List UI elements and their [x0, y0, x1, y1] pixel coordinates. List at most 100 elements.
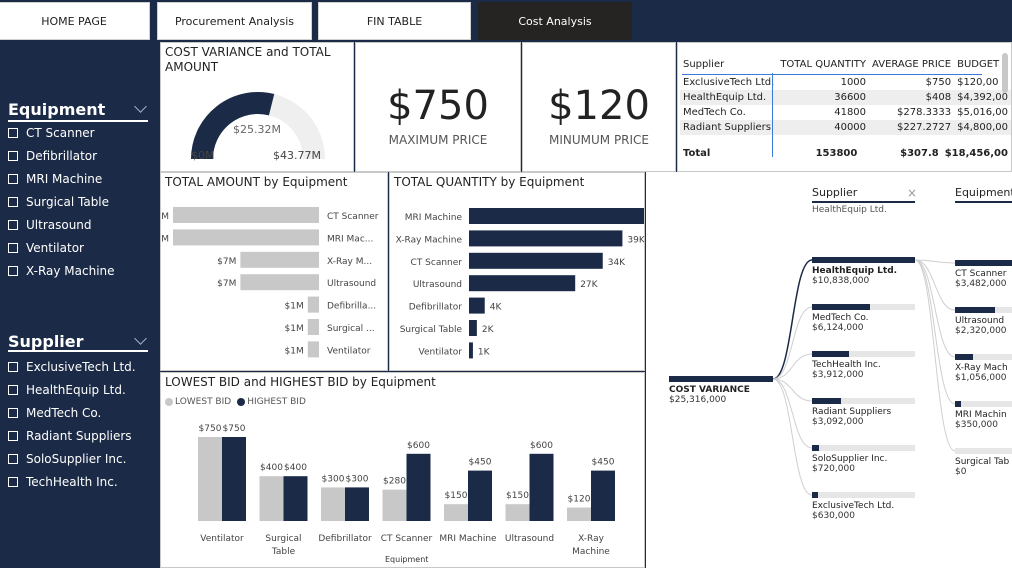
checkbox-icon[interactable]	[8, 220, 18, 230]
table-row[interactable]: MedTech Co. 41800 $278.3333 $5,016,00	[680, 105, 1011, 120]
supplier-option[interactable]: SoloSupplier Inc.	[8, 450, 126, 468]
total-quantity-chart-panel[interactable]: TOTAL QUANTITY by Equipment MRI Machine X…	[389, 172, 645, 371]
bar[interactable]	[469, 230, 623, 247]
bar[interactable]	[173, 207, 319, 223]
bar[interactable]	[469, 208, 645, 224]
kpi-max-price-card[interactable]: $750 MAXIMUM PRICE	[355, 42, 521, 172]
bar[interactable]	[468, 470, 492, 521]
checkbox-icon[interactable]	[8, 454, 18, 464]
slicer-divider	[8, 120, 148, 122]
equipment-option-label: MRI Machine	[26, 172, 103, 186]
category-label: Defibrilla...	[327, 302, 376, 312]
bar[interactable]	[469, 342, 473, 359]
bid-chart-panel[interactable]: LOWEST BID and HIGHEST BID by Equipment …	[160, 372, 645, 568]
tab-procurement-analysis[interactable]: Procurement Analysis	[157, 2, 312, 40]
table-header[interactable]: TOTAL QUANTITY	[777, 53, 869, 75]
decomposition-tree-panel[interactable]: Supplier × HealthEquip Ltd. Equipment CO…	[646, 172, 1012, 568]
decomp-supplier-node[interactable]: Radiant Suppliers $3,092,000	[812, 398, 915, 427]
checkbox-icon[interactable]	[8, 128, 18, 138]
chevron-down-icon[interactable]	[134, 100, 147, 113]
table-header[interactable]: AVERAGE PRICE	[869, 53, 954, 75]
supplier-option[interactable]: MedTech Co.	[8, 404, 101, 422]
equipment-option[interactable]: Ventilator	[8, 239, 84, 257]
bar[interactable]	[198, 437, 222, 521]
checkbox-icon[interactable]	[8, 408, 18, 418]
decomp-equipment-node[interactable]: MRI Machin $350,000	[955, 401, 1012, 430]
supplier-option[interactable]: TechHealth Inc.	[8, 473, 118, 491]
bar[interactable]	[307, 319, 319, 335]
supplier-option[interactable]: HealthEquip Ltd.	[8, 381, 126, 399]
equipment-option[interactable]: Defibrillator	[8, 147, 97, 165]
supplier-option[interactable]: Radiant Suppliers	[8, 427, 132, 445]
connector-line	[772, 378, 813, 496]
table-row[interactable]: ExclusiveTech Ltd. 1000 $750 $120,00	[680, 75, 1011, 90]
table-body: ExclusiveTech Ltd. 1000 $750 $120,00 HealthE…	[680, 75, 1011, 135]
decomp-supplier-node[interactable]: MedTech Co. $6,124,000	[812, 304, 915, 333]
decomp-supplier-node[interactable]: SoloSupplier Inc. $720,000	[812, 445, 915, 474]
table-scrollbar[interactable]	[1002, 53, 1008, 93]
kpi-min-price-card[interactable]: $120 MINUMUM PRICE	[522, 42, 676, 172]
tab-fin-table[interactable]: FIN TABLE	[318, 2, 471, 40]
bar[interactable]	[469, 252, 603, 269]
category-label: Surgical Table	[400, 325, 463, 335]
decomp-equipment-node[interactable]: Surgical Tab $0	[955, 448, 1012, 477]
table-header[interactable]: Supplier	[680, 53, 777, 75]
supplier-table-panel[interactable]: Supplier TOTAL QUANTITY AVERAGE PRICE BU…	[677, 42, 1012, 172]
bar[interactable]	[321, 487, 345, 521]
decomp-supplier-node[interactable]: ExclusiveTech Ltd. $630,000	[812, 492, 915, 521]
decomp-equipment-node[interactable]: Ultrasound $2,320,000	[955, 307, 1012, 336]
bar[interactable]	[469, 320, 477, 336]
bar[interactable]	[283, 476, 308, 521]
checkbox-icon[interactable]	[8, 477, 18, 487]
equipment-option[interactable]: MRI Machine	[8, 170, 102, 188]
equipment-option[interactable]: Surgical Table	[8, 193, 109, 211]
checkbox-icon[interactable]	[8, 174, 18, 184]
bar[interactable]	[307, 341, 319, 358]
bar[interactable]	[469, 275, 576, 292]
bar[interactable]	[259, 476, 284, 521]
node-value: $630,000	[812, 511, 855, 521]
bar[interactable]	[240, 251, 319, 268]
chevron-down-icon[interactable]	[134, 332, 147, 345]
bar[interactable]	[505, 504, 530, 521]
equipment-option[interactable]: X-Ray Machine	[8, 262, 115, 280]
bar[interactable]	[469, 297, 485, 314]
bar[interactable]	[173, 229, 319, 246]
decomp-root-node[interactable]: COST VARIANCE $25,316,000	[669, 376, 773, 405]
tab-home-page[interactable]: HOME PAGE	[0, 2, 150, 40]
checkbox-icon[interactable]	[8, 266, 18, 276]
equipment-option[interactable]: Ultrasound	[8, 216, 92, 234]
category-label: Ultrasound	[505, 534, 554, 544]
decomp-supplier-node[interactable]: TechHealth Inc. $3,912,000	[812, 351, 915, 380]
supplier-option[interactable]: ExclusiveTech Ltd.	[8, 358, 136, 376]
node-bar	[812, 445, 915, 451]
bar[interactable]	[406, 453, 431, 521]
bar[interactable]	[307, 296, 319, 313]
bar[interactable]	[567, 507, 591, 521]
checkbox-icon[interactable]	[8, 431, 18, 441]
checkbox-icon[interactable]	[8, 197, 18, 207]
bar[interactable]	[529, 453, 554, 521]
checkbox-icon[interactable]	[8, 243, 18, 253]
category-label: Surgical ...	[327, 324, 375, 334]
equipment-option[interactable]: CT Scanner	[8, 124, 95, 142]
bar[interactable]	[345, 487, 369, 521]
decomp-supplier-node[interactable]: HealthEquip Ltd. $10,838,000	[812, 257, 915, 286]
gauge-panel[interactable]: COST VARIANCE and TOTAL AMOUNT $25.32M $…	[160, 42, 354, 172]
decomp-equipment-node[interactable]: CT Scanner $3,482,000	[955, 260, 1012, 289]
bar[interactable]	[382, 489, 407, 521]
total-amount-chart-panel[interactable]: TOTAL AMOUNT by Equipment $13MCT Scanner…	[160, 172, 388, 371]
checkbox-icon[interactable]	[8, 385, 18, 395]
checkbox-icon[interactable]	[8, 151, 18, 161]
bar[interactable]	[240, 274, 319, 291]
decomp-equipment-node[interactable]: X-Ray Mach $1,056,000	[955, 354, 1012, 383]
bar[interactable]	[591, 470, 615, 521]
total-average-price: $307.8	[900, 148, 939, 159]
tab-cost-analysis[interactable]: Cost Analysis	[478, 2, 632, 40]
checkbox-icon[interactable]	[8, 362, 18, 372]
bar[interactable]	[222, 437, 246, 521]
kpi-min-label: MINUMUM PRICE	[548, 133, 650, 147]
bar[interactable]	[444, 504, 468, 521]
table-row[interactable]: HealthEquip Ltd. 36600 $408 $4,392,00	[680, 90, 1011, 105]
node-name: Radiant Suppliers	[812, 407, 892, 417]
